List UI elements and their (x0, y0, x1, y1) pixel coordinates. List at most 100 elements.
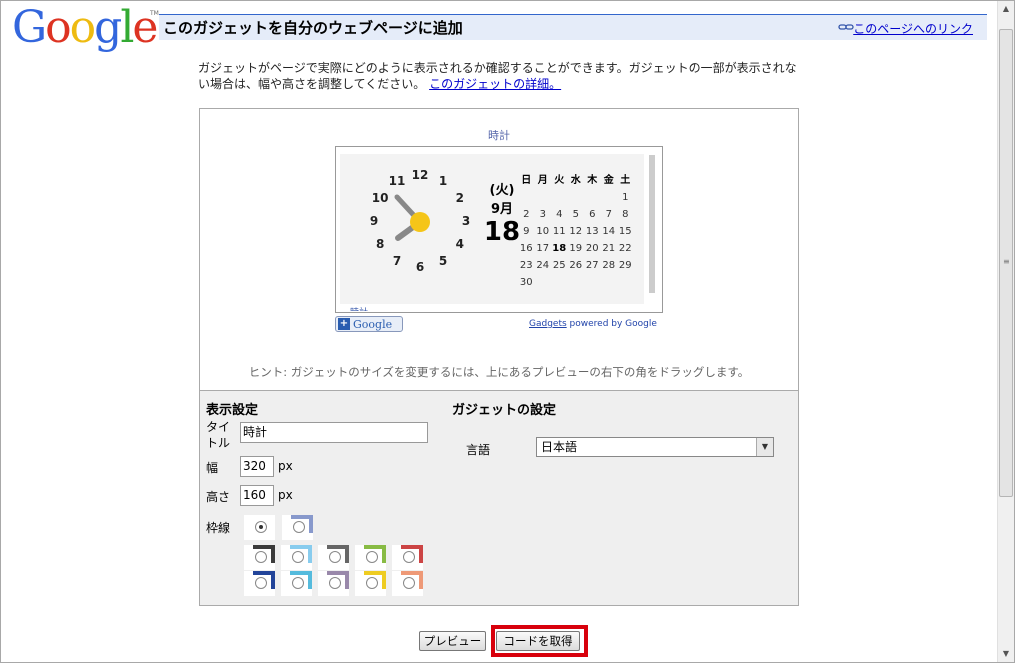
add-button-label: Google (353, 318, 393, 331)
width-unit: px (278, 459, 293, 473)
calendar-day: 14 (602, 226, 616, 237)
border-option-color[interactable] (318, 571, 349, 596)
border-radio[interactable] (366, 577, 378, 589)
dropdown-arrow-icon[interactable]: ▼ (756, 438, 773, 456)
calendar-weekday: 月 (537, 175, 548, 186)
border-option-color[interactable] (244, 545, 275, 570)
border-radio[interactable] (403, 577, 415, 589)
scroll-down-arrow-icon[interactable]: ▼ (998, 646, 1014, 662)
page-scrollbar[interactable]: ▲ ≡ ▼ (997, 1, 1014, 662)
border-radio[interactable] (329, 577, 341, 589)
calendar-day: 12 (569, 226, 583, 237)
clock-number: 10 (371, 191, 389, 205)
border-radio[interactable] (255, 521, 267, 533)
clock-number: 7 (392, 253, 402, 268)
clock-number: 5 (438, 253, 448, 268)
gadget-scrollbar[interactable] (649, 155, 655, 293)
grip-icon: ≡ (1003, 257, 1010, 266)
calendar-day: 6 (589, 209, 596, 220)
border-radio[interactable] (255, 551, 267, 563)
title-input[interactable]: 時計 (240, 422, 428, 443)
gadget-preview[interactable]: 12 1 2 3 4 5 6 7 8 9 10 11 (火) 9月 18 日月火水木金土1234567… (335, 146, 663, 313)
height-unit: px (278, 488, 293, 502)
border-radio[interactable] (293, 521, 305, 533)
calendar-day: 13 (585, 226, 599, 237)
width-label: 幅 (206, 461, 219, 475)
preview-button[interactable]: プレビュー (419, 631, 486, 651)
calendar-week-row: 23 24 25 26 27 28 29 (518, 257, 638, 274)
scroll-thumb[interactable]: ≡ (999, 29, 1013, 497)
calendar: 日月火水木金土 1 2 3 4 5 6 7 8 9 10 11 12 13 14 15 16 17 18 19 20 21… (518, 172, 638, 291)
calendar-weekday: 水 (570, 175, 581, 186)
powered-by: Gadgets powered by Google (529, 319, 657, 329)
border-option-color[interactable] (281, 571, 312, 596)
border-radio[interactable] (292, 551, 304, 563)
border-label: 枠線 (206, 521, 231, 535)
border-radio[interactable] (292, 577, 304, 589)
chain-link-icon (838, 24, 854, 30)
calendar-day: 9 (523, 226, 530, 237)
calendar-weekday: 日 (521, 175, 532, 186)
calendar-day: 30 (519, 277, 533, 288)
add-to-google-button[interactable]: + Google (335, 316, 403, 332)
logo-text: Google (12, 2, 158, 53)
gadgets-link[interactable]: Gadgets (529, 319, 567, 329)
calendar-day: 19 (569, 243, 583, 254)
border-option-color[interactable] (281, 545, 312, 570)
border-option-color[interactable] (318, 545, 349, 570)
page-title: このガジェットを自分のウェブページに追加 (163, 19, 463, 37)
calendar-week-row: 30 (518, 274, 638, 291)
calendar-day: 1 (622, 192, 629, 203)
logo-trademark: TM (150, 10, 159, 17)
calendar-day: 26 (569, 260, 583, 271)
clock-number: 2 (455, 191, 464, 205)
clock-number: 4 (455, 237, 464, 251)
google-logo[interactable]: Google TM (12, 2, 159, 54)
calendar-day: 29 (618, 260, 632, 271)
clock-number: 9 (369, 214, 379, 228)
border-option-default[interactable] (282, 515, 313, 540)
calendar-day: 20 (585, 243, 599, 254)
get-code-button[interactable]: コードを取得 (496, 631, 580, 651)
link-to-this-page[interactable]: このページへのリンク (853, 20, 973, 37)
calendar-header-row: 日月火水木金土 (518, 172, 638, 189)
language-label: 言語 (466, 443, 491, 457)
clock-gadget: 12 1 2 3 4 5 6 7 8 9 10 11 (火) 9月 18 日月火水木金土1234567… (340, 154, 644, 311)
calendar-day: 27 (585, 260, 599, 271)
calendar-day: 24 (536, 260, 550, 271)
calendar-day: 4 (556, 209, 563, 220)
day-of-week: (火) (489, 183, 515, 198)
calendar-weekday: 金 (603, 175, 614, 186)
language-value: 日本語 (541, 440, 578, 454)
scroll-up-arrow-icon[interactable]: ▲ (998, 1, 1014, 17)
clock-number: 6 (415, 260, 425, 274)
border-option-color[interactable] (244, 571, 275, 596)
width-input[interactable]: 320 (240, 456, 274, 477)
calendar-day: 8 (622, 209, 629, 220)
border-radio[interactable] (255, 577, 267, 589)
calendar-week-row: 9 10 11 12 13 14 15 (518, 223, 638, 240)
calendar-day: 10 (536, 226, 550, 237)
settings-panel: 表示設定 ガジェットの設定 タイトル 時計 幅 320 px 高さ 160 px… (200, 390, 798, 605)
gadget-title: 時計 (488, 129, 510, 142)
border-radio[interactable] (329, 551, 341, 563)
calendar-day: 15 (618, 226, 632, 237)
calendar-day: 23 (519, 260, 533, 271)
border-option-color[interactable] (355, 571, 386, 596)
analog-clock: 12 1 2 3 4 5 6 7 8 9 10 11 (360, 164, 480, 284)
border-option-color[interactable] (392, 571, 423, 596)
border-option-color[interactable] (392, 545, 423, 570)
border-option-none[interactable] (244, 515, 275, 540)
calendar-day: 22 (618, 243, 632, 254)
calendar-day: 28 (602, 260, 616, 271)
language-select[interactable]: 日本語 ▼ (536, 437, 774, 457)
border-option-color[interactable] (355, 545, 386, 570)
header-bar: このガジェットを自分のウェブページに追加 このページへのリンク (159, 14, 987, 40)
calendar-day: 5 (572, 209, 579, 220)
calendar-day: 16 (519, 243, 533, 254)
border-radio[interactable] (366, 551, 378, 563)
border-radio[interactable] (403, 551, 415, 563)
month: 9月 (490, 202, 514, 217)
height-input[interactable]: 160 (240, 485, 274, 506)
gadget-details-link[interactable]: このガジェットの詳細。 (429, 77, 561, 91)
